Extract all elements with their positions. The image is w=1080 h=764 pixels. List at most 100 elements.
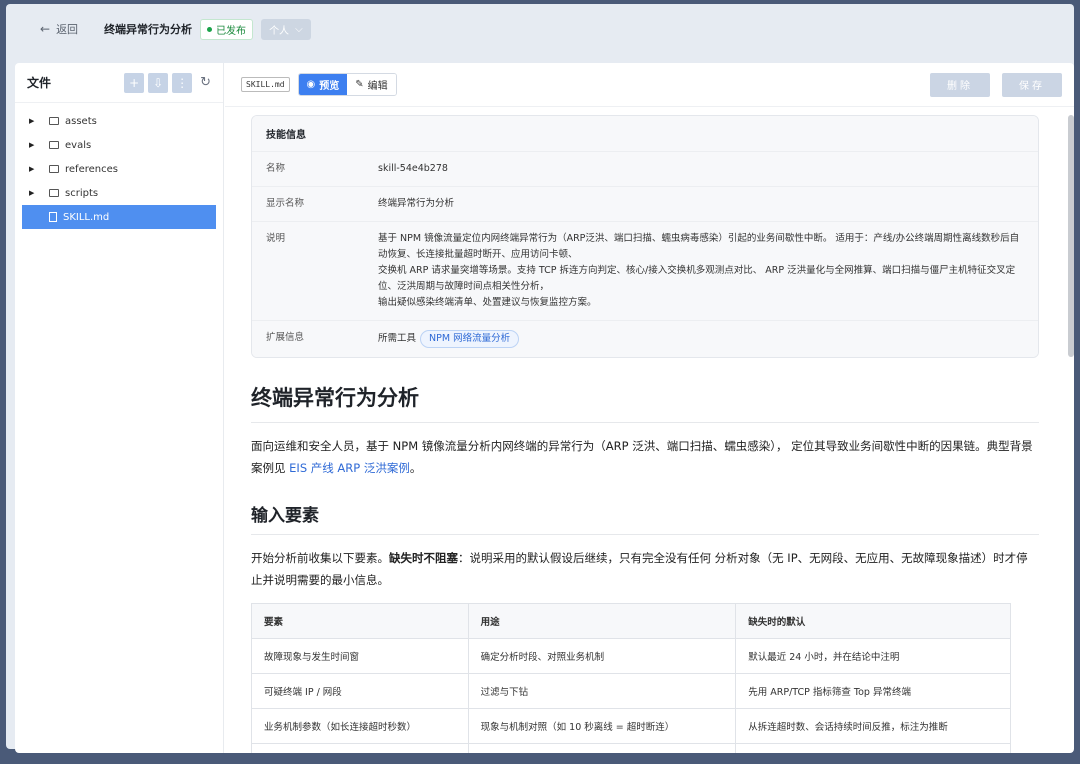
input-table: 要素 用途 缺失时的默认 故障现象与发生时间窗 确定分析时段、对照业务机制 默认最近 2… (251, 603, 1011, 753)
refresh-icon[interactable]: ↻ (200, 75, 211, 90)
info-key: 名称 (252, 152, 364, 186)
info-value: 所需工具 NPM 网络流量分析 (364, 321, 1038, 357)
tree-item-label: references (65, 163, 118, 175)
edit-tab[interactable]: ✎ 编辑 (347, 74, 396, 95)
page-title: 终端异常行为分析 (104, 23, 193, 36)
folder-icon (49, 117, 59, 125)
filename-chip: SKILL.md (241, 77, 290, 92)
doc-heading: 终端异常行为分析 (251, 382, 1039, 423)
table-row: 可疑终端 IP / 网段 过滤与下钻 先用 ARP/TCP 指标筛查 Top 异常终… (251, 673, 1011, 709)
caret-right-icon: ▶ (29, 117, 35, 125)
chevron-down-icon: ⌵ (295, 23, 303, 35)
editor-main: SKILL.md ◉ 预览 ✎ 编辑 删除 保存 技能信息 名称 skill-54e4… (225, 63, 1074, 753)
desc-line: 交换机 ARP 请求量突增等场景。支持 TCP 拆连方向判定、核心/接入交换机多… (378, 265, 1016, 292)
preview-tab[interactable]: ◉ 预览 (298, 74, 348, 95)
info-row: 说明 基于 NPM 镜像流量定位内网终端异常行为（ARP泛洪、端口扫描、蠕虫病毒感… (252, 221, 1038, 320)
info-value: 终端异常行为分析 (364, 187, 1038, 221)
file-tree: ▶ assets ▶ evals ▶ references ▶ scripts SKIL… (15, 103, 223, 229)
table-cell: 默认最近 24 小时，并在结论中注明 (735, 638, 1011, 674)
view-mode-toggle: ◉ 预览 ✎ 编辑 (297, 73, 397, 96)
info-row: 显示名称 终端异常行为分析 (252, 186, 1038, 221)
folder-icon (49, 165, 59, 173)
status-badge: 已发布 (200, 18, 254, 40)
table-header: 缺失时的默认 (735, 603, 1011, 639)
preview-label: 预览 (319, 81, 340, 92)
caret-right-icon: ▶ (29, 189, 35, 197)
table-cell (251, 743, 469, 753)
file-icon (49, 212, 57, 222)
info-value: skill-54e4b278 (364, 152, 1038, 186)
tools-label: 所需工具 (378, 333, 417, 344)
table-cell: 可疑终端 IP / 网段 (251, 673, 469, 709)
table-row: 业务机制参数（如长连接超时秒数） 现象与机制对照（如 10 秒离线 = 超时断连）… (251, 708, 1011, 744)
caret-right-icon: ▶ (29, 141, 35, 149)
desc-line: 基于 NPM 镜像流量定位内网终端异常行为（ARP泛洪、端口扫描、蠕虫病毒感染）… (378, 233, 1020, 260)
info-value: 基于 NPM 镜像流量定位内网终端异常行为（ARP泛洪、端口扫描、蠕虫病毒感染）… (364, 222, 1038, 320)
save-button[interactable]: 保存 (1002, 72, 1062, 97)
delete-button[interactable]: 删除 (930, 72, 990, 97)
intro-end: 。 (409, 461, 422, 475)
table-cell: 确定分析时段、对照业务机制 (467, 638, 737, 674)
table-cell: 从拆连超时数、会话持续时间反推，标注为推断 (735, 708, 1011, 744)
add-file-button[interactable]: + (124, 72, 145, 93)
top-bar: ← 返回 终端异常行为分析 已发布 个人 ⌵ (6, 4, 1074, 54)
info-key: 扩展信息 (252, 321, 364, 357)
scope-label: 个人 (269, 25, 290, 37)
table-cell (735, 743, 1011, 753)
table-cell: 业务机制参数（如长连接超时秒数） (251, 708, 469, 744)
eye-icon: ◉ (306, 79, 316, 90)
tree-item-label: scripts (65, 187, 99, 199)
table-cell: 先用 ARP/TCP 指标筛查 Top 异常终端 (735, 673, 1011, 709)
edit-label: 编辑 (367, 81, 388, 92)
caret-right-icon: ▶ (29, 165, 35, 173)
status-dot-icon (207, 26, 213, 32)
input-text: 开始分析前收集以下要素。 (251, 551, 389, 565)
tree-item-evals[interactable]: ▶ evals (15, 133, 223, 157)
info-row: 名称 skill-54e4b278 (252, 151, 1038, 186)
arrow-left-icon: ← (40, 22, 51, 36)
tool-tag[interactable]: NPM 网络流量分析 (420, 330, 520, 348)
tree-item-assets[interactable]: ▶ assets (15, 109, 223, 133)
table-row (251, 743, 1011, 753)
folder-icon (49, 189, 59, 197)
card-header: 技能信息 (252, 116, 1038, 151)
scope-select[interactable]: 个人 ⌵ (261, 18, 311, 40)
input-bold: 缺失时不阻塞 (389, 551, 458, 565)
table-row: 故障现象与发生时间窗 确定分析时段、对照业务机制 默认最近 24 小时，并在结论中注… (251, 638, 1011, 674)
desc-line: 输出疑似感染终端清单、处置建议与恢复监控方案。 (378, 297, 597, 308)
folder-icon (49, 141, 59, 149)
status-label: 已发布 (216, 25, 247, 37)
back-button[interactable]: ← 返回 (40, 21, 78, 37)
document-content: 技能信息 名称 skill-54e4b278 显示名称 终端异常行为分析 说明 基于 … (251, 115, 1039, 753)
scrollbar[interactable] (1068, 115, 1074, 357)
tree-item-label: evals (65, 139, 92, 151)
table-cell: 过滤与下钻 (467, 673, 737, 709)
intro-paragraph: 面向运维和安全人员，基于 NPM 镜像流量分析内网终端的异常行为（ARP 泛洪、… (251, 435, 1039, 479)
skill-info-card: 技能信息 名称 skill-54e4b278 显示名称 终端异常行为分析 说明 基于 … (251, 115, 1039, 358)
info-key: 说明 (252, 222, 364, 320)
back-label: 返回 (56, 23, 79, 36)
table-cell: 故障现象与发生时间窗 (251, 638, 469, 674)
editor-toolbar: SKILL.md ◉ 预览 ✎ 编辑 删除 保存 (225, 63, 1074, 107)
table-header: 要素 (251, 603, 469, 639)
case-link[interactable]: EIS 产线 ARP 泛洪案例 (289, 461, 410, 475)
info-key: 显示名称 (252, 187, 364, 221)
table-header: 用途 (467, 603, 737, 639)
more-button[interactable]: ⋮ (172, 72, 193, 93)
table-cell: 现象与机制对照（如 10 秒离线 = 超时断连） (467, 708, 737, 744)
upload-button[interactable]: ⇩ (148, 72, 169, 93)
tree-item-label: SKILL.md (63, 211, 110, 223)
sidebar-title: 文件 (27, 76, 52, 90)
pencil-icon: ✎ (355, 79, 364, 90)
tree-item-references[interactable]: ▶ references (15, 157, 223, 181)
tree-item-scripts[interactable]: ▶ scripts (15, 181, 223, 205)
input-paragraph: 开始分析前收集以下要素。缺失时不阻塞：说明采用的默认假设后继续，只有完全没有任何… (251, 547, 1039, 591)
sidebar-header: 文件 + ⇩ ⋮ ↻ (15, 63, 223, 103)
table-cell (467, 743, 737, 753)
table-header-row: 要素 用途 缺失时的默认 (251, 603, 1011, 639)
section-heading: 输入要素 (251, 501, 1039, 535)
tree-item-skill-md[interactable]: SKILL.md (22, 205, 216, 229)
tree-item-label: assets (65, 115, 97, 127)
file-sidebar: 文件 + ⇩ ⋮ ↻ ▶ assets ▶ evals ▶ references ▶ s… (15, 63, 224, 753)
info-row: 扩展信息 所需工具 NPM 网络流量分析 (252, 320, 1038, 357)
